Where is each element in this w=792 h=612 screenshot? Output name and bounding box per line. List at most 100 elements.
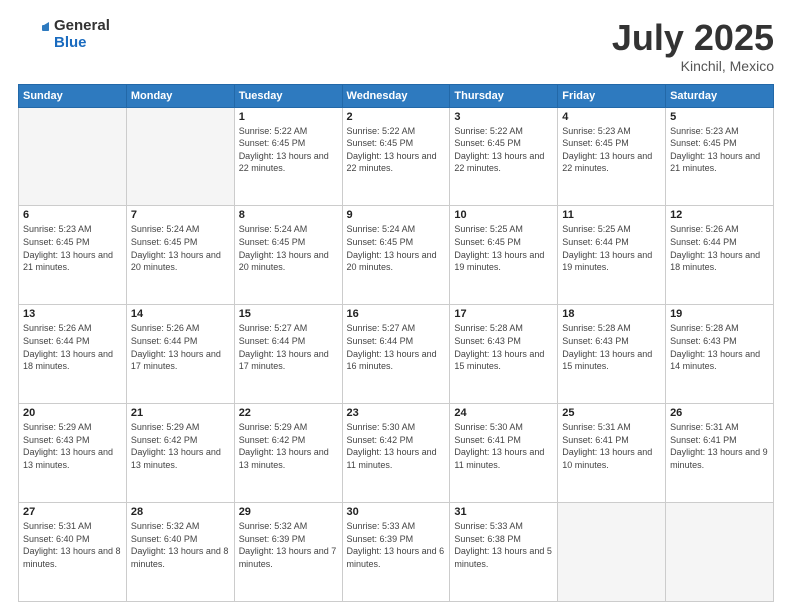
logo-icon — [18, 19, 50, 51]
day-number: 2 — [347, 111, 446, 123]
table-row: 21 Sunrise: 5:29 AM Sunset: 6:42 PM Dayl… — [126, 404, 234, 503]
day-info: Sunrise: 5:28 AM Sunset: 6:43 PM Dayligh… — [670, 322, 769, 372]
day-number: 13 — [23, 308, 122, 320]
day-info: Sunrise: 5:23 AM Sunset: 6:45 PM Dayligh… — [23, 223, 122, 273]
day-number: 18 — [562, 308, 661, 320]
calendar-week-row: 1 Sunrise: 5:22 AM Sunset: 6:45 PM Dayli… — [19, 107, 774, 206]
table-row: 17 Sunrise: 5:28 AM Sunset: 6:43 PM Dayl… — [450, 305, 558, 404]
day-number: 10 — [454, 209, 553, 221]
calendar-week-row: 27 Sunrise: 5:31 AM Sunset: 6:40 PM Dayl… — [19, 503, 774, 602]
calendar-week-row: 13 Sunrise: 5:26 AM Sunset: 6:44 PM Dayl… — [19, 305, 774, 404]
table-row: 11 Sunrise: 5:25 AM Sunset: 6:44 PM Dayl… — [558, 206, 666, 305]
day-number: 11 — [562, 209, 661, 221]
calendar-week-row: 6 Sunrise: 5:23 AM Sunset: 6:45 PM Dayli… — [19, 206, 774, 305]
day-info: Sunrise: 5:24 AM Sunset: 6:45 PM Dayligh… — [239, 223, 338, 273]
table-row: 9 Sunrise: 5:24 AM Sunset: 6:45 PM Dayli… — [342, 206, 450, 305]
logo-general-text: General — [54, 18, 110, 35]
day-number: 26 — [670, 407, 769, 419]
table-row — [666, 503, 774, 602]
day-number: 3 — [454, 111, 553, 123]
table-row: 5 Sunrise: 5:23 AM Sunset: 6:45 PM Dayli… — [666, 107, 774, 206]
day-number: 20 — [23, 407, 122, 419]
table-row: 10 Sunrise: 5:25 AM Sunset: 6:45 PM Dayl… — [450, 206, 558, 305]
table-row: 20 Sunrise: 5:29 AM Sunset: 6:43 PM Dayl… — [19, 404, 127, 503]
day-info: Sunrise: 5:29 AM Sunset: 6:42 PM Dayligh… — [131, 421, 230, 471]
day-info: Sunrise: 5:23 AM Sunset: 6:45 PM Dayligh… — [670, 125, 769, 175]
day-number: 21 — [131, 407, 230, 419]
title-location: Kinchil, Mexico — [612, 58, 774, 74]
day-info: Sunrise: 5:33 AM Sunset: 6:38 PM Dayligh… — [454, 520, 553, 570]
day-info: Sunrise: 5:28 AM Sunset: 6:43 PM Dayligh… — [562, 322, 661, 372]
day-number: 14 — [131, 308, 230, 320]
day-number: 27 — [23, 506, 122, 518]
day-info: Sunrise: 5:32 AM Sunset: 6:39 PM Dayligh… — [239, 520, 338, 570]
col-wednesday: Wednesday — [342, 84, 450, 107]
day-info: Sunrise: 5:25 AM Sunset: 6:45 PM Dayligh… — [454, 223, 553, 273]
table-row: 26 Sunrise: 5:31 AM Sunset: 6:41 PM Dayl… — [666, 404, 774, 503]
day-info: Sunrise: 5:22 AM Sunset: 6:45 PM Dayligh… — [239, 125, 338, 175]
table-row: 22 Sunrise: 5:29 AM Sunset: 6:42 PM Dayl… — [234, 404, 342, 503]
col-sunday: Sunday — [19, 84, 127, 107]
day-number: 25 — [562, 407, 661, 419]
table-row: 6 Sunrise: 5:23 AM Sunset: 6:45 PM Dayli… — [19, 206, 127, 305]
day-number: 6 — [23, 209, 122, 221]
day-number: 12 — [670, 209, 769, 221]
table-row: 29 Sunrise: 5:32 AM Sunset: 6:39 PM Dayl… — [234, 503, 342, 602]
col-saturday: Saturday — [666, 84, 774, 107]
calendar-week-row: 20 Sunrise: 5:29 AM Sunset: 6:43 PM Dayl… — [19, 404, 774, 503]
day-number: 4 — [562, 111, 661, 123]
day-info: Sunrise: 5:28 AM Sunset: 6:43 PM Dayligh… — [454, 322, 553, 372]
table-row: 24 Sunrise: 5:30 AM Sunset: 6:41 PM Dayl… — [450, 404, 558, 503]
day-number: 17 — [454, 308, 553, 320]
day-info: Sunrise: 5:31 AM Sunset: 6:40 PM Dayligh… — [23, 520, 122, 570]
day-info: Sunrise: 5:31 AM Sunset: 6:41 PM Dayligh… — [670, 421, 769, 471]
calendar-header-row: Sunday Monday Tuesday Wednesday Thursday… — [19, 84, 774, 107]
day-number: 8 — [239, 209, 338, 221]
calendar-table: Sunday Monday Tuesday Wednesday Thursday… — [18, 84, 774, 602]
col-monday: Monday — [126, 84, 234, 107]
col-thursday: Thursday — [450, 84, 558, 107]
day-number: 1 — [239, 111, 338, 123]
table-row — [19, 107, 127, 206]
day-number: 24 — [454, 407, 553, 419]
day-info: Sunrise: 5:30 AM Sunset: 6:42 PM Dayligh… — [347, 421, 446, 471]
title-month: July 2025 — [612, 18, 774, 58]
table-row: 23 Sunrise: 5:30 AM Sunset: 6:42 PM Dayl… — [342, 404, 450, 503]
day-info: Sunrise: 5:30 AM Sunset: 6:41 PM Dayligh… — [454, 421, 553, 471]
header: General Blue July 2025 Kinchil, Mexico — [18, 18, 774, 74]
day-number: 16 — [347, 308, 446, 320]
table-row: 3 Sunrise: 5:22 AM Sunset: 6:45 PM Dayli… — [450, 107, 558, 206]
table-row: 18 Sunrise: 5:28 AM Sunset: 6:43 PM Dayl… — [558, 305, 666, 404]
day-info: Sunrise: 5:22 AM Sunset: 6:45 PM Dayligh… — [454, 125, 553, 175]
day-number: 29 — [239, 506, 338, 518]
day-info: Sunrise: 5:27 AM Sunset: 6:44 PM Dayligh… — [239, 322, 338, 372]
table-row: 13 Sunrise: 5:26 AM Sunset: 6:44 PM Dayl… — [19, 305, 127, 404]
table-row — [558, 503, 666, 602]
table-row: 27 Sunrise: 5:31 AM Sunset: 6:40 PM Dayl… — [19, 503, 127, 602]
day-info: Sunrise: 5:26 AM Sunset: 6:44 PM Dayligh… — [131, 322, 230, 372]
day-number: 23 — [347, 407, 446, 419]
day-number: 22 — [239, 407, 338, 419]
table-row: 7 Sunrise: 5:24 AM Sunset: 6:45 PM Dayli… — [126, 206, 234, 305]
day-number: 7 — [131, 209, 230, 221]
day-info: Sunrise: 5:23 AM Sunset: 6:45 PM Dayligh… — [562, 125, 661, 175]
day-info: Sunrise: 5:27 AM Sunset: 6:44 PM Dayligh… — [347, 322, 446, 372]
day-number: 15 — [239, 308, 338, 320]
table-row: 8 Sunrise: 5:24 AM Sunset: 6:45 PM Dayli… — [234, 206, 342, 305]
logo-blue-text: Blue — [54, 35, 110, 52]
day-info: Sunrise: 5:32 AM Sunset: 6:40 PM Dayligh… — [131, 520, 230, 570]
day-info: Sunrise: 5:26 AM Sunset: 6:44 PM Dayligh… — [670, 223, 769, 273]
table-row: 2 Sunrise: 5:22 AM Sunset: 6:45 PM Dayli… — [342, 107, 450, 206]
day-info: Sunrise: 5:24 AM Sunset: 6:45 PM Dayligh… — [131, 223, 230, 273]
table-row: 30 Sunrise: 5:33 AM Sunset: 6:39 PM Dayl… — [342, 503, 450, 602]
day-number: 30 — [347, 506, 446, 518]
table-row: 4 Sunrise: 5:23 AM Sunset: 6:45 PM Dayli… — [558, 107, 666, 206]
table-row: 19 Sunrise: 5:28 AM Sunset: 6:43 PM Dayl… — [666, 305, 774, 404]
title-block: July 2025 Kinchil, Mexico — [612, 18, 774, 74]
table-row: 31 Sunrise: 5:33 AM Sunset: 6:38 PM Dayl… — [450, 503, 558, 602]
table-row: 28 Sunrise: 5:32 AM Sunset: 6:40 PM Dayl… — [126, 503, 234, 602]
day-info: Sunrise: 5:29 AM Sunset: 6:42 PM Dayligh… — [239, 421, 338, 471]
table-row — [126, 107, 234, 206]
table-row: 12 Sunrise: 5:26 AM Sunset: 6:44 PM Dayl… — [666, 206, 774, 305]
col-tuesday: Tuesday — [234, 84, 342, 107]
